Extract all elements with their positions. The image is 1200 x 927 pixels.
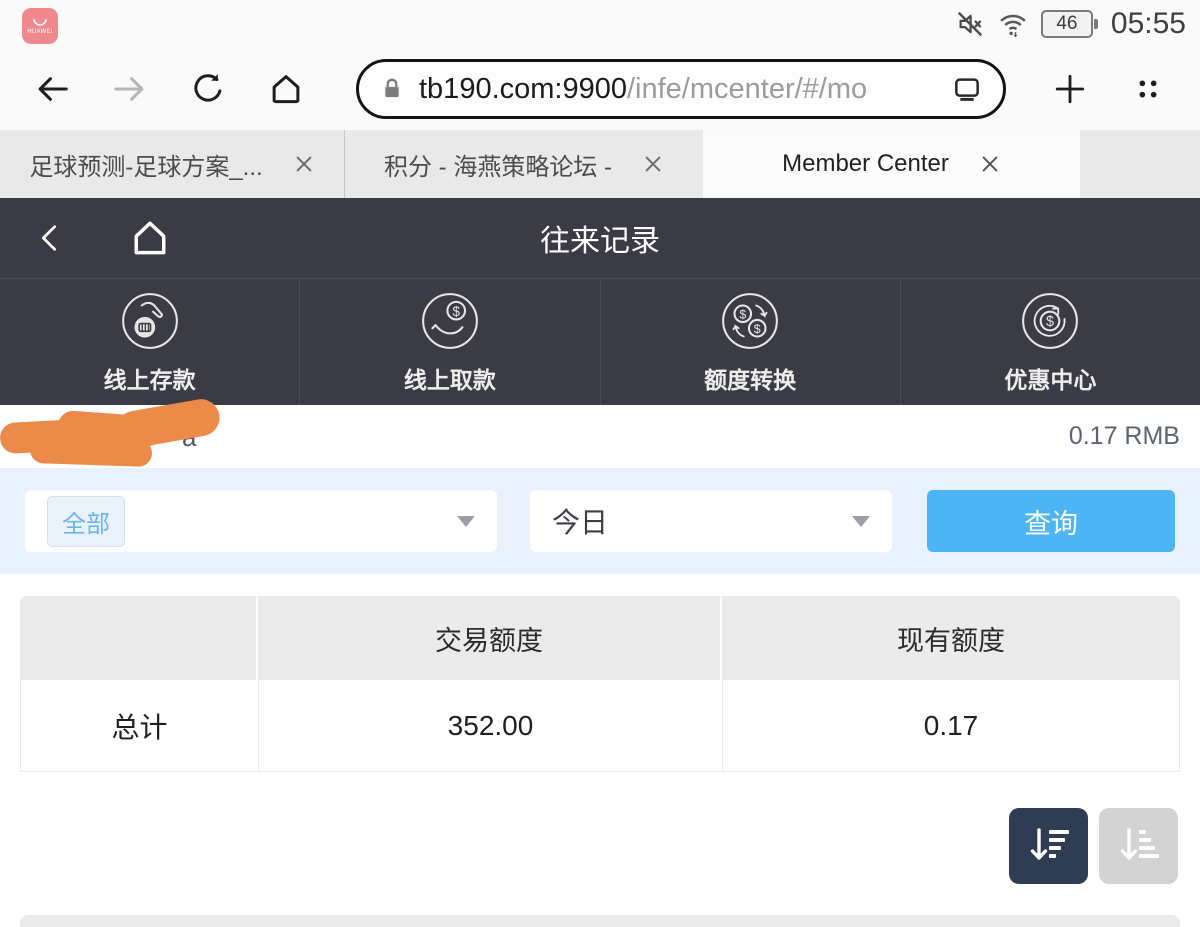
total-current-amount: 0.17 xyxy=(923,709,979,741)
url-bar[interactable]: tb190.com:9900/infe/mcenter/#/mo xyxy=(356,59,1006,119)
withdraw-icon: $ xyxy=(419,290,481,352)
menu-item-label: 线上存款 xyxy=(103,366,196,393)
header-cell-blank xyxy=(20,596,258,680)
tab-football-forecast[interactable]: 足球预测-足球方案_... xyxy=(0,130,345,198)
menu-item-online-withdrawal[interactable]: $ 线上取款 xyxy=(299,279,599,405)
page-title: 往来记录 xyxy=(540,225,660,258)
battery-icon: 46 xyxy=(1040,10,1098,38)
sort-ascending-button[interactable] xyxy=(1099,808,1178,884)
menu-item-promo-center[interactable]: $ 优惠中心 xyxy=(899,279,1200,405)
table-header-row: 交易额度 现有额度 xyxy=(20,596,1180,680)
menu-item-label: 优惠中心 xyxy=(1004,366,1097,393)
tab-title: 积分 - 海燕策略论坛 - xyxy=(384,153,612,181)
status-clock: 05:55 xyxy=(1110,7,1186,40)
sort-controls xyxy=(22,808,1178,884)
menu-item-label: 额度转换 xyxy=(704,366,797,393)
url-path: /infe/mcenter/#/mo xyxy=(626,72,868,105)
tab-title: 足球预测-足球方案_... xyxy=(29,153,263,181)
home-icon[interactable] xyxy=(264,67,308,111)
table-row-total: 总计 352.00 0.17 xyxy=(20,680,1180,772)
tab-member-center-active[interactable]: Member Center xyxy=(703,130,1080,198)
url-text: tb190.com:9900/infe/mcenter/#/mo xyxy=(419,73,867,106)
header-cell-current-amount: 现有额度 xyxy=(897,625,1005,656)
forward-icon xyxy=(108,67,152,111)
page-header: 往来记录 xyxy=(0,198,1200,278)
summary-table: 交易额度 现有额度 总计 352.00 0.17 xyxy=(20,596,1180,772)
svg-text:$: $ xyxy=(452,303,460,318)
menu-item-online-deposit[interactable]: 线上存款 xyxy=(0,279,299,405)
total-label: 总计 xyxy=(21,680,259,771)
total-transaction-amount: 352.00 xyxy=(259,680,723,771)
desktop-mode-icon[interactable] xyxy=(951,73,983,105)
redaction-scribble xyxy=(57,409,149,447)
close-icon[interactable] xyxy=(979,153,1001,175)
tab-title: Member Center xyxy=(782,150,949,177)
new-tab-icon[interactable] xyxy=(1048,67,1092,111)
balance-amount: 0.17 RMB xyxy=(1068,422,1180,450)
close-icon[interactable] xyxy=(642,153,664,175)
status-bar: HUAWEI 46 05:55 xyxy=(0,0,1200,48)
transaction-type-select[interactable]: 全部 xyxy=(25,490,497,552)
back-icon[interactable] xyxy=(30,67,74,111)
svg-text:$: $ xyxy=(739,307,746,321)
mute-icon xyxy=(955,9,985,39)
svg-text:$: $ xyxy=(1046,314,1054,330)
wifi-icon xyxy=(997,9,1029,39)
account-row: a 0.17 RMB xyxy=(0,396,1200,468)
tab-switcher-icon[interactable] xyxy=(1126,67,1170,111)
chevron-down-icon xyxy=(457,516,475,527)
header-cell-transaction-amount: 交易额度 xyxy=(258,596,722,680)
quick-menu: 线上存款 $ 线上取款 $ $ 额度转换 $ 优惠中心 xyxy=(0,278,1200,405)
lock-icon xyxy=(379,74,405,104)
menu-item-label: 线上取款 xyxy=(403,366,496,393)
close-icon[interactable] xyxy=(293,153,315,175)
browser-window: HUAWEI 46 05:55 tb190.com:9900/infe/mcen… xyxy=(0,0,1200,927)
appgallery-notification-icon: HUAWEI xyxy=(22,8,58,44)
tab-strip: 足球预测-足球方案_... 积分 - 海燕策略论坛 - Member Cente… xyxy=(0,130,1200,198)
deposit-icon xyxy=(119,290,181,352)
chevron-down-icon xyxy=(852,516,870,527)
tab-haiyan-forum[interactable]: 积分 - 海燕策略论坛 - xyxy=(345,130,703,198)
app-badge-label: HUAWEI xyxy=(27,28,53,35)
filter-bar: 全部 今日 查询 xyxy=(0,468,1200,574)
url-host: tb190.com:9900 xyxy=(419,72,627,105)
tab-strip-filler xyxy=(1080,130,1200,198)
battery-level: 46 xyxy=(1056,13,1078,34)
selected-type-chip: 全部 xyxy=(47,495,125,547)
browser-toolbar: tb190.com:9900/infe/mcenter/#/mo xyxy=(0,48,1200,130)
refresh-icon[interactable] xyxy=(186,67,230,111)
query-button[interactable]: 查询 xyxy=(927,490,1175,552)
selected-date-range: 今日 xyxy=(552,507,609,538)
transfer-icon: $ $ xyxy=(719,290,781,352)
promo-icon: $ xyxy=(1019,290,1081,352)
menu-item-quota-transfer[interactable]: $ $ 额度转换 xyxy=(599,279,900,405)
svg-text:$: $ xyxy=(754,321,761,335)
next-section-peek xyxy=(20,915,1180,927)
sort-descending-button[interactable] xyxy=(1009,808,1088,884)
date-range-select[interactable]: 今日 xyxy=(530,490,892,552)
